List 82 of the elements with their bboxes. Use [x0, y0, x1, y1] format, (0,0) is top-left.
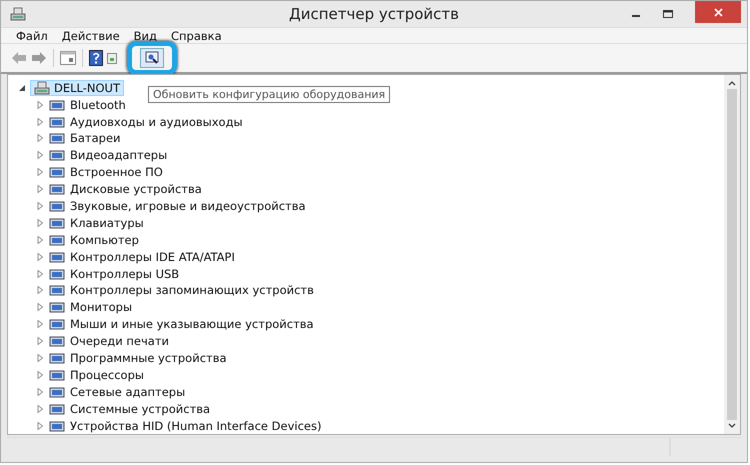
tree-item[interactable]: Встроенное ПО [70, 165, 163, 180]
help-icon[interactable] [89, 50, 103, 66]
expand-arrow-icon[interactable] [36, 252, 44, 261]
close-button[interactable] [695, 1, 741, 23]
forward-arrow-icon[interactable] [31, 51, 47, 66]
menu-item[interactable]: Вид [128, 28, 162, 43]
device-icon [49, 216, 65, 230]
tree-item[interactable]: DELL-NOUT [30, 80, 124, 96]
device-icon [49, 350, 65, 365]
device-icon [49, 232, 65, 247]
menu-item[interactable]: Действие [56, 28, 125, 43]
device-icon [49, 266, 65, 281]
device-icon [49, 182, 65, 196]
expand-arrow-icon[interactable] [36, 270, 44, 278]
device-icon [49, 368, 65, 382]
device-icon [49, 198, 65, 213]
tree-item[interactable]: Сетевые адаптеры [70, 384, 186, 399]
expand-arrow-icon[interactable] [36, 168, 44, 176]
tree-item[interactable]: Устройства HID (Human Interface Devices) [70, 418, 322, 433]
scroll-thumb[interactable] [727, 89, 737, 420]
tree-item[interactable]: Системные устройства [70, 402, 210, 416]
expand-arrow-icon[interactable] [36, 286, 44, 294]
tree-item[interactable]: Аудиовходы и аудиовыходы [70, 114, 243, 129]
device-icon [49, 250, 65, 264]
close-icon [714, 8, 722, 16]
expand-arrow-icon[interactable] [36, 303, 44, 312]
tree-item[interactable]: Контроллеры IDE ATA/ATAPI [70, 250, 235, 264]
computer-search-icon [144, 50, 160, 66]
scrollbar[interactable] [724, 75, 740, 434]
device-icon [49, 300, 65, 314]
device-icon [49, 384, 65, 399]
device-icon [49, 283, 65, 298]
expand-arrow-icon[interactable] [36, 202, 44, 210]
expand-arrow-icon[interactable] [36, 337, 44, 346]
tree-item[interactable]: Батареи [70, 131, 121, 146]
tree-item[interactable]: Процессоры [70, 368, 144, 382]
tree-item[interactable]: Очереди печати [70, 334, 169, 348]
tree-item[interactable]: Контроллеры запоминающих устройств [70, 283, 314, 298]
scroll-down-icon[interactable] [728, 423, 736, 429]
collapse-arrow-icon[interactable] [18, 84, 26, 92]
expand-arrow-icon[interactable] [36, 134, 44, 142]
expand-arrow-icon[interactable] [36, 354, 44, 362]
expand-arrow-icon[interactable] [36, 404, 44, 413]
device-icon [49, 98, 65, 112]
expand-arrow-icon[interactable] [36, 320, 44, 328]
tree-item[interactable]: Клавиатуры [70, 216, 144, 230]
device-icon [49, 131, 65, 146]
tree-item[interactable]: Bluetooth [70, 98, 126, 112]
expand-arrow-icon[interactable] [36, 151, 44, 160]
scan-hardware-button[interactable] [140, 48, 164, 68]
tree-item[interactable]: Компьютер [70, 232, 139, 247]
tree-item[interactable]: Видеоадаптеры [70, 148, 168, 162]
scroll-up-icon[interactable] [728, 80, 736, 86]
tree-item[interactable]: Контроллеры USB [70, 266, 180, 281]
tree-item-label: DELL-NOUT [54, 80, 120, 95]
tree-item[interactable]: Мониторы [70, 300, 132, 314]
device-icon [49, 165, 65, 180]
tooltip: Обновить конфигурацию оборудования [148, 86, 390, 104]
back-arrow-icon[interactable] [11, 51, 27, 66]
device-icon [49, 402, 65, 416]
expand-arrow-icon[interactable] [36, 218, 44, 227]
device-icon [49, 114, 65, 129]
device-icon [49, 317, 65, 332]
expand-arrow-icon[interactable] [36, 236, 44, 244]
tree-item[interactable]: Звуковые, игровые и видеоустройства [70, 198, 306, 213]
tree-item[interactable]: Мыши и иные указывающие устройства [70, 317, 314, 332]
tree-item[interactable]: Дисковые устройства [70, 182, 202, 196]
expand-arrow-icon[interactable] [36, 185, 44, 194]
tree-item[interactable]: Программные устройства [70, 350, 227, 365]
expand-arrow-icon[interactable] [36, 388, 44, 396]
expand-arrow-icon[interactable] [36, 118, 44, 126]
window-title: Диспетчер устройств [288, 5, 459, 24]
menu-item[interactable]: Файл [11, 28, 53, 43]
menu-item[interactable]: Справка [166, 28, 227, 43]
device-icon [49, 418, 65, 433]
device-icon [49, 148, 65, 162]
device-icon [49, 334, 65, 348]
properties-icon[interactable] [60, 51, 76, 66]
expand-arrow-icon[interactable] [36, 370, 44, 379]
expand-arrow-icon[interactable] [36, 422, 44, 430]
maximize-icon[interactable] [663, 9, 673, 20]
expand-arrow-icon[interactable] [36, 100, 44, 109]
